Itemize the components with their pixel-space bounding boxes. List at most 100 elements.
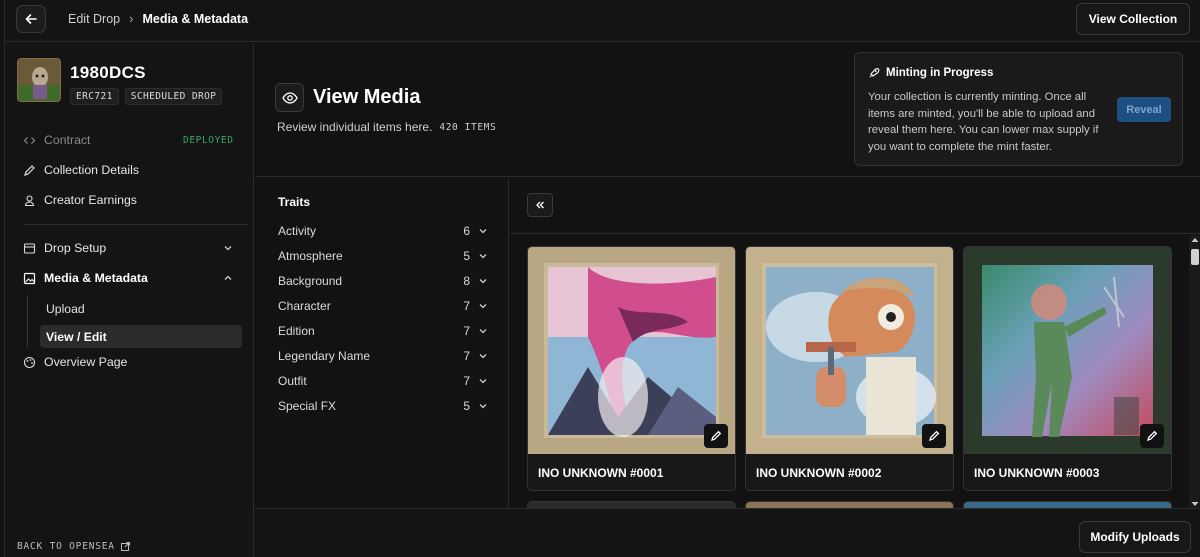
chevron-down-icon (479, 329, 487, 334)
trait-name: Atmosphere (278, 249, 343, 263)
sidebar-subitem-upload[interactable]: Upload (40, 297, 242, 320)
trait-row[interactable]: Character 7 (278, 296, 488, 316)
scroll-up-icon[interactable] (1189, 235, 1200, 245)
page-subtitle: Review individual items here. 420 ITEMS (277, 120, 496, 134)
minting-progress-card: Minting in Progress Your collection is c… (854, 52, 1183, 166)
page-header: View Media Review individual items here.… (255, 43, 1200, 177)
contract-status-badge: DEPLOYED (183, 135, 234, 146)
sidebar: 1980DCS ERC721 SCHEDULED DROP Contract D… (5, 43, 254, 557)
drop-icon (23, 242, 36, 255)
collapse-traits-button[interactable] (527, 193, 553, 217)
trait-row[interactable]: Background 8 (278, 271, 488, 291)
code-icon (23, 134, 36, 147)
chevron-right-icon: › (129, 11, 134, 26)
trait-row[interactable]: Special FX 5 (278, 396, 488, 416)
scrollbar-thumb[interactable] (1191, 249, 1199, 265)
arrow-left-icon (25, 14, 37, 24)
sidebar-item-contract[interactable]: Contract (23, 133, 90, 147)
trait-count: 5 (463, 249, 470, 263)
chevron-down-icon (479, 279, 487, 284)
chevron-down-icon (479, 304, 487, 309)
items-count: 420 ITEMS (439, 121, 497, 133)
grid-divider (510, 233, 1200, 234)
trait-row[interactable]: Edition 7 (278, 321, 488, 341)
palette-icon (23, 356, 36, 369)
back-button[interactable] (16, 5, 46, 33)
traits-panel: Traits Activity 6 Atmosphere 5 Backgroun… (255, 178, 509, 508)
sidebar-subitem-view-edit[interactable]: View / Edit (40, 325, 242, 348)
trait-name: Outfit (278, 374, 307, 388)
coins-icon (23, 194, 36, 207)
footer-bar: Modify Uploads (255, 508, 1200, 557)
trait-count: 7 (463, 299, 470, 313)
pencil-icon (929, 430, 940, 441)
sidebar-item-label: Collection Details (44, 163, 140, 177)
view-media-icon-box (275, 83, 304, 112)
media-image (964, 247, 1171, 454)
media-card[interactable]: INO UNKNOWN #0003 (963, 246, 1172, 491)
sidebar-item-label: Overview Page (44, 355, 128, 369)
media-card[interactable]: INO UNKNOWN #0001 (527, 246, 736, 491)
minting-message: Your collection is currently minting. On… (868, 91, 1099, 153)
trait-row[interactable]: Atmosphere 5 (278, 246, 488, 266)
chevron-down-icon (479, 404, 487, 409)
breadcrumb-edit-drop[interactable]: Edit Drop (68, 12, 120, 26)
chevron-up-icon[interactable] (222, 272, 234, 284)
trait-name: Background (278, 274, 343, 288)
submenu-guide-line (27, 295, 28, 347)
view-collection-button[interactable]: View Collection (1076, 3, 1190, 35)
sidebar-item-label: Drop Setup (44, 241, 107, 255)
trait-row[interactable]: Legendary Name 7 (278, 346, 488, 366)
grid-scrollbar[interactable] (1189, 235, 1200, 509)
image-icon (23, 272, 36, 285)
media-image (528, 247, 735, 454)
trait-count: 7 (463, 324, 470, 338)
media-card[interactable]: INO UNKNOWN #0002 (745, 246, 954, 491)
media-card-name: INO UNKNOWN #0001 (538, 466, 664, 480)
reveal-button[interactable]: Reveal (1117, 97, 1171, 122)
minting-title-text: Minting in Progress (886, 67, 994, 79)
sidebar-item-creator-earnings[interactable]: Creator Earnings (23, 193, 137, 207)
media-image (746, 247, 953, 454)
sidebar-item-media-metadata[interactable]: Media & Metadata (23, 271, 148, 285)
sidebar-item-collection-details[interactable]: Collection Details (23, 163, 139, 177)
badge-drop-status: SCHEDULED DROP (124, 88, 223, 105)
top-bar: Edit Drop › Media & Metadata View Collec… (5, 0, 1200, 42)
rocket-icon (869, 68, 880, 78)
trait-name: Activity (278, 224, 317, 238)
trait-name: Legendary Name (278, 349, 371, 363)
pencil-icon (23, 164, 36, 177)
sidebar-divider (23, 224, 247, 225)
page-title: View Media (313, 86, 421, 108)
chevron-down-icon[interactable] (222, 242, 234, 254)
badge-standard: ERC721 (70, 88, 119, 105)
edit-item-button[interactable] (704, 424, 728, 448)
app-frame: Edit Drop › Media & Metadata View Collec… (4, 0, 1200, 557)
trait-count: 7 (463, 374, 470, 388)
minting-title: Minting in Progress (868, 67, 993, 79)
pencil-icon (711, 430, 722, 441)
sidebar-item-label: Creator Earnings (44, 193, 137, 207)
back-to-opensea-link[interactable]: BACK TO OPENSEA (17, 541, 130, 552)
collection-badges: ERC721 SCHEDULED DROP (70, 88, 223, 105)
media-card-name: INO UNKNOWN #0003 (974, 466, 1100, 480)
edit-item-button[interactable] (922, 424, 946, 448)
chevron-down-icon (479, 254, 487, 259)
trait-name: Character (278, 299, 331, 313)
media-card-name: INO UNKNOWN #0002 (756, 466, 882, 480)
sidebar-item-overview-page[interactable]: Overview Page (23, 355, 127, 369)
breadcrumb-current: Media & Metadata (142, 11, 249, 26)
media-grid: INO UNKNOWN #0001 INO UNKNOWN #0002 INO … (510, 178, 1200, 511)
breadcrumb: Edit Drop › Media & Metadata (68, 11, 248, 26)
edit-item-button[interactable] (1140, 424, 1164, 448)
main-content: View Media Review individual items here.… (255, 43, 1200, 557)
chevron-down-icon (479, 229, 487, 234)
modify-uploads-button[interactable]: Modify Uploads (1079, 521, 1191, 553)
trait-row[interactable]: Activity 6 (278, 221, 488, 241)
trait-name: Edition (278, 324, 315, 338)
sidebar-item-label: Media & Metadata (44, 271, 148, 285)
trait-count: 6 (463, 224, 470, 238)
trait-row[interactable]: Outfit 7 (278, 371, 488, 391)
sidebar-item-drop-setup[interactable]: Drop Setup (23, 241, 106, 255)
eye-icon (281, 91, 298, 104)
